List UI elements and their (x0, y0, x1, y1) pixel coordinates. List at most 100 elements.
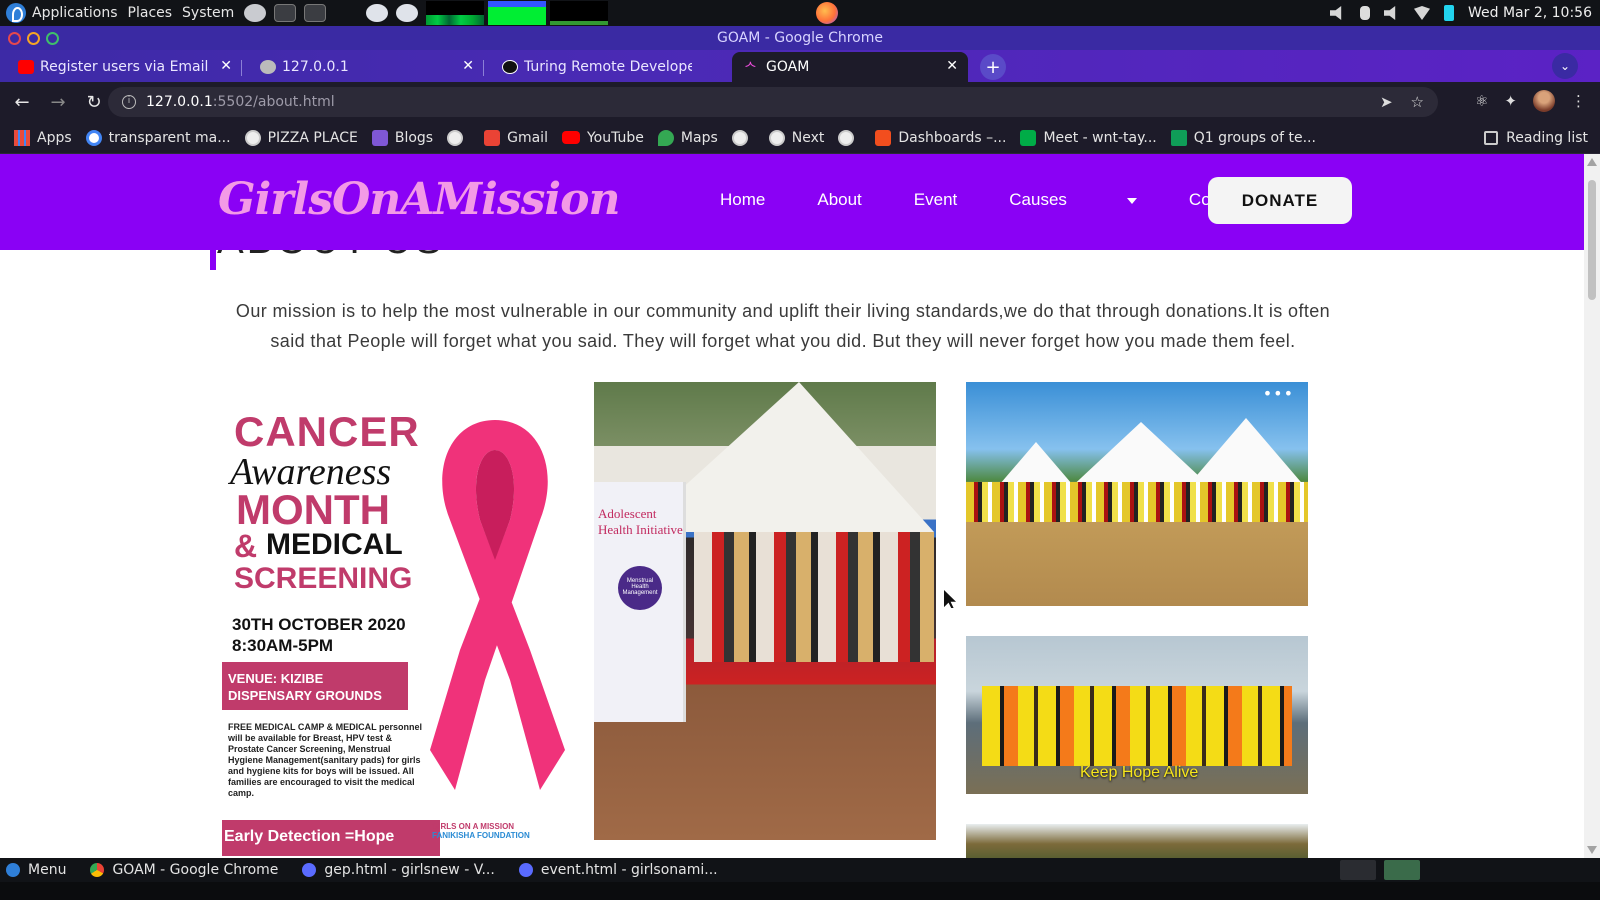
close-tab-icon[interactable]: ✕ (946, 58, 958, 74)
url-host: 127.0.0.1 (146, 94, 213, 110)
wifi-icon[interactable] (1414, 6, 1430, 20)
close-window-button[interactable] (8, 32, 21, 45)
scroll-up-arrow-icon[interactable] (1587, 158, 1597, 166)
firefox-icon[interactable] (816, 2, 838, 24)
taskbar-event-html[interactable]: event.html - girlsonami... (513, 862, 718, 878)
chrome-icon (90, 863, 105, 877)
page-scrollbar[interactable] (1584, 154, 1600, 858)
bookmark-q1-groups[interactable]: Q1 groups of te... (1170, 129, 1316, 146)
girls-on-a-mission-logo: GIRLS ON A MISSION (432, 822, 515, 831)
youtube-icon (561, 131, 580, 144)
tab-goam[interactable]: ᄉ GOAM ✕ (732, 52, 968, 82)
address-bar[interactable]: i 127.0.0.1:5502/about.html ➤ ☆ (108, 87, 1438, 117)
field-tents-photo[interactable]: ••• (966, 382, 1308, 606)
extensions-icon[interactable]: ✦ (1504, 92, 1517, 110)
bookmark-youtube[interactable]: YouTube (561, 130, 644, 146)
tab-register-users[interactable]: Register users via Email/ S ✕ (6, 52, 242, 82)
nav-about[interactable]: About (817, 190, 861, 210)
globe-icon (838, 129, 855, 146)
site-brand-logo[interactable]: GirlsOnAMission (218, 174, 620, 225)
poster-ampersand: & (234, 528, 258, 564)
globe-icon (260, 60, 276, 74)
system-menu[interactable]: System (182, 5, 234, 21)
cancer-awareness-poster[interactable]: CANCER Awareness MONTH & MEDICAL SCREENI… (222, 382, 574, 858)
applications-menu[interactable]: Applications (32, 5, 118, 21)
bookmark-label: transparent ma... (108, 129, 231, 146)
bottom-taskbar: Menu GOAM - Google Chrome gep.html - gir… (0, 858, 1600, 882)
sheets-icon (1170, 129, 1187, 146)
workspace-2[interactable] (1384, 860, 1420, 880)
nav-event[interactable]: Event (914, 190, 957, 210)
donate-button[interactable]: DONATE (1208, 177, 1352, 224)
taskbar-menu[interactable]: Menu (0, 862, 66, 878)
bookmark-globe-3[interactable] (838, 129, 861, 146)
ribbon-icon: ᄉ (744, 61, 757, 77)
reading-list-button[interactable]: Reading list (1484, 130, 1588, 146)
site-info-icon[interactable]: i (122, 95, 136, 109)
forward-button[interactable]: → (44, 88, 72, 116)
bookmark-label: Q1 groups of te... (1193, 129, 1316, 146)
partial-photo[interactable] (966, 824, 1308, 858)
speaker-icon[interactable] (1384, 6, 1396, 20)
workspace-1[interactable] (1340, 860, 1376, 880)
taskbar-chrome[interactable]: GOAM - Google Chrome (84, 862, 278, 878)
keep-hope-alive-photo[interactable]: Keep Hope Alive (966, 636, 1308, 794)
chrome-menu-icon[interactable]: ⋮ (1571, 92, 1586, 110)
blog-icon (371, 129, 388, 146)
react-devtools-icon[interactable]: ⚛ (1475, 92, 1488, 110)
minimize-window-button[interactable] (27, 32, 40, 45)
bookmark-star-icon[interactable]: ☆ (1411, 93, 1424, 111)
close-tab-icon[interactable]: ✕ (462, 58, 474, 74)
tab-turing[interactable]: Turing Remote Developer ✕ (490, 52, 726, 82)
bookmark-apps[interactable]: Apps (14, 129, 72, 146)
bookmark-globe-2[interactable] (731, 129, 755, 146)
tab-search-button[interactable]: ⌄ (1552, 53, 1578, 79)
bookmark-meet[interactable]: Meet - wnt-tay... (1020, 129, 1157, 146)
weather-icon-2[interactable] (396, 4, 419, 22)
bookmark-blogs[interactable]: Blogs (371, 129, 433, 146)
bookmark-gmail[interactable]: Gmail (484, 129, 548, 146)
bookmark-globe-1[interactable] (447, 129, 470, 146)
battery-icon[interactable] (1444, 5, 1454, 21)
distro-logo-icon[interactable] (6, 3, 26, 23)
scroll-thumb[interactable] (1588, 180, 1596, 300)
page-viewport: GirlsOnAMission Home About Event Causes … (0, 154, 1584, 858)
workspace-switcher (1340, 860, 1420, 880)
bookmark-maps[interactable]: Maps (657, 129, 718, 146)
weather-icon[interactable] (366, 4, 389, 22)
bookmark-label: Gmail (507, 129, 548, 146)
close-tab-icon[interactable]: ✕ (220, 58, 232, 74)
back-button[interactable]: ← (8, 88, 36, 116)
poster-time-line: 8:30AM-5PM (232, 636, 334, 655)
volume-icon[interactable] (1330, 6, 1342, 20)
browser-launcher-icon[interactable] (244, 4, 267, 22)
clock[interactable]: Wed Mar 2, 10:56 (1468, 5, 1592, 21)
menu-icon (6, 863, 20, 877)
bookmark-next[interactable]: Next (768, 129, 824, 146)
taskbar-gep-html[interactable]: gep.html - girlsnew - V... (296, 862, 495, 878)
profile-avatar[interactable] (1533, 90, 1555, 112)
memory-monitor-graph[interactable] (488, 1, 547, 25)
maximize-window-button[interactable] (46, 32, 59, 45)
more-options-icon[interactable]: ••• (1263, 384, 1294, 403)
network-monitor-graph[interactable] (550, 1, 609, 25)
places-menu[interactable]: Places (128, 5, 173, 21)
bookmark-transparent[interactable]: transparent ma... (85, 129, 231, 146)
scroll-down-arrow-icon[interactable] (1587, 846, 1597, 854)
bluetooth-icon[interactable] (1360, 6, 1370, 20)
tab-localhost[interactable]: 127.0.0.1 ✕ (248, 52, 484, 82)
poster-title-month: MONTH (236, 486, 390, 533)
nav-causes-dropdown[interactable]: Causes (1009, 190, 1137, 210)
bookmark-label: PIZZA PLACE (267, 129, 358, 146)
bookmark-pizza-place[interactable]: PIZZA PLACE (244, 129, 358, 146)
send-to-devices-icon[interactable]: ➤ (1380, 93, 1393, 111)
cpu-monitor-graph[interactable] (426, 1, 485, 25)
reload-button[interactable]: ↻ (80, 88, 108, 116)
nav-home[interactable]: Home (720, 190, 765, 210)
terminal-launcher-icon[interactable] (274, 4, 297, 22)
text-editor-launcher-icon[interactable] (304, 4, 327, 22)
new-tab-button[interactable]: + (980, 54, 1006, 80)
health-initiative-photo[interactable]: Adolescent Health Initiative Menstrual H… (594, 382, 936, 840)
bookmark-dashboards[interactable]: Dashboards –... (875, 129, 1006, 146)
browser-toolbar: ← → ↻ i 127.0.0.1:5502/about.html ➤ ☆ ⚛ … (0, 82, 1600, 122)
